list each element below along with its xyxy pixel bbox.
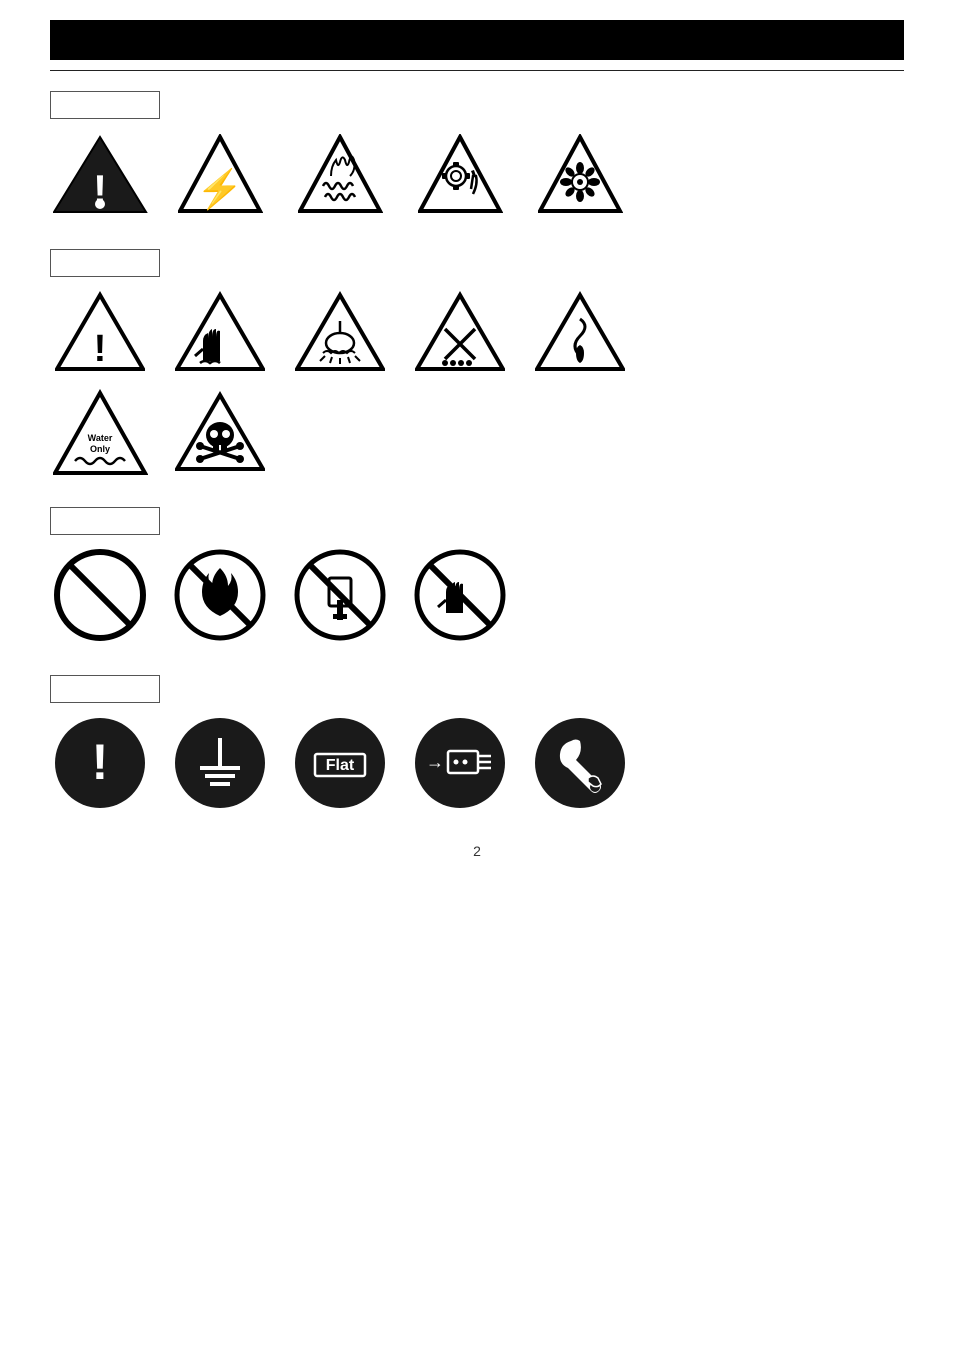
section-4-label xyxy=(50,675,160,703)
connector-icon: → xyxy=(410,713,510,813)
section-1: ! ⚡ xyxy=(50,91,904,219)
tool-required-icon xyxy=(530,713,630,813)
warning-outline-icon: ! xyxy=(50,287,150,377)
moving-parts-hazard-icon xyxy=(410,129,510,219)
section-3-icons xyxy=(50,545,904,645)
section-1-icons: ! ⚡ xyxy=(50,129,904,219)
svg-text:⚡: ⚡ xyxy=(196,167,243,212)
svg-text:Water: Water xyxy=(87,433,112,443)
hot-surface-icon xyxy=(170,287,270,377)
section-3 xyxy=(50,507,904,645)
no-touch-icon xyxy=(410,545,510,645)
section-2: ! xyxy=(50,249,904,477)
heat-hazard-icon xyxy=(290,129,390,219)
no-insert-icon xyxy=(290,545,390,645)
flower-hazard-icon xyxy=(530,129,630,219)
section-2-icons-row2: Water Only xyxy=(50,387,904,477)
svg-text:Only: Only xyxy=(89,444,109,454)
flat-cable-icon: Flat xyxy=(290,713,390,813)
water-only-icon: Water Only xyxy=(50,387,150,477)
no-fire-icon xyxy=(170,545,270,645)
toxic-icon xyxy=(170,387,270,477)
electrical-components-icon xyxy=(410,287,510,377)
section-4-icons: ! Flat xyxy=(50,713,904,813)
divider-top xyxy=(50,70,904,71)
svg-text:Flat: Flat xyxy=(325,757,354,774)
svg-text:!: ! xyxy=(91,734,108,790)
electric-hazard-icon: ⚡ xyxy=(170,129,270,219)
page: ! ⚡ xyxy=(0,0,954,1350)
mandatory-exclamation-icon: ! xyxy=(50,713,150,813)
section-1-label xyxy=(50,91,160,119)
section-4: ! Flat xyxy=(50,675,904,813)
prohibited-icon xyxy=(50,545,150,645)
header-bar xyxy=(50,20,904,60)
brush-sparks-icon xyxy=(290,287,390,377)
general-warning-icon: ! xyxy=(50,129,150,219)
page-number: 2 xyxy=(50,843,904,859)
ground-symbol-icon xyxy=(170,713,270,813)
svg-text:!: ! xyxy=(94,328,107,370)
section-3-label xyxy=(50,507,160,535)
svg-text:→: → xyxy=(426,752,444,772)
section-2-icons-row1: ! xyxy=(50,287,904,377)
liquid-drain-icon xyxy=(530,287,630,377)
section-2-label xyxy=(50,249,160,277)
